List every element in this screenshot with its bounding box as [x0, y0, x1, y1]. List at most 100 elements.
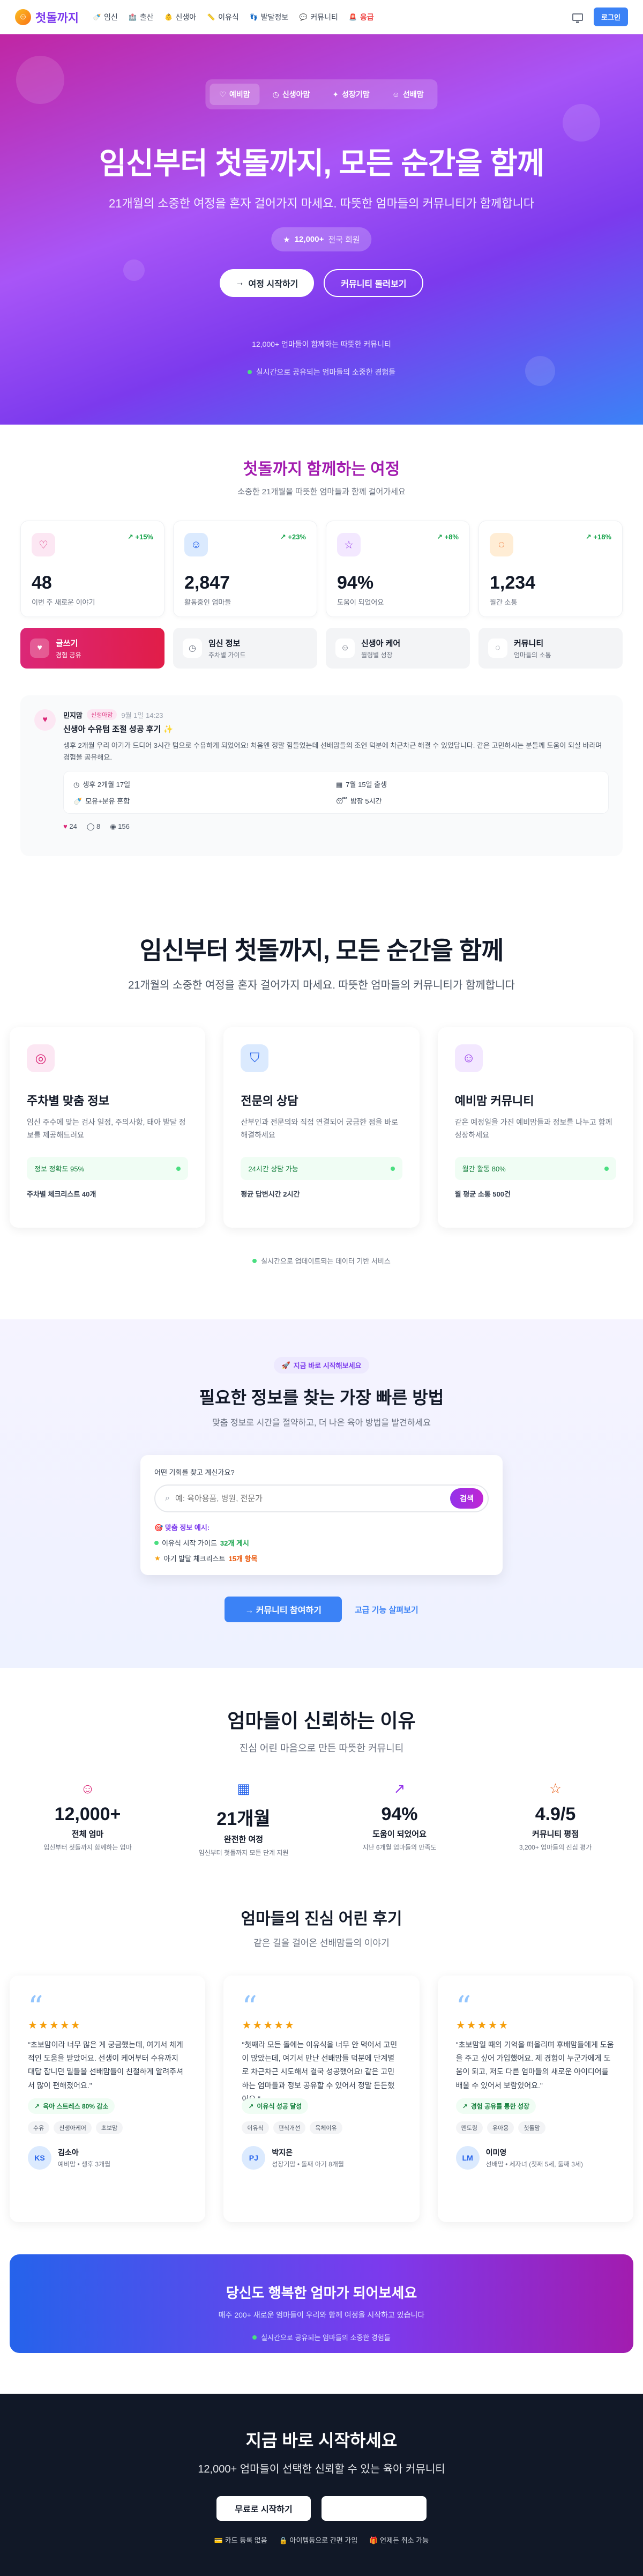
- trust-stat: ☺ 12,000+ 전체 엄마 임신부터 첫돌까지 함께하는 엄마: [10, 1780, 166, 1857]
- tab-sub: 경험 공유: [56, 651, 81, 659]
- review-card: “ ★★★★★ "초보맘일 때의 기억을 떠올리며 후배맘들에게 도움을 주고 …: [437, 1976, 633, 2222]
- lock-icon: 🔒: [279, 2536, 288, 2544]
- result-badge: ↗ 이유식 성공 달성: [242, 2098, 309, 2114]
- review-card: “ ★★★★★ "첫째라 모든 돌에는 이유식을 너무 안 먹어서 고민이 많았…: [223, 1976, 420, 2222]
- hero-title: 임신부터 첫돌까지, 모든 순간을 함께: [99, 146, 545, 180]
- stat-card: ◌ ↗ +18% 1,234 월간 소통: [478, 521, 623, 617]
- tag-list: 수유 신생아케어 초보맘: [28, 2121, 187, 2134]
- nav-item-community[interactable]: 💬 커뮤니티: [299, 12, 338, 23]
- tag: 편식개선: [273, 2121, 306, 2134]
- users-icon: ☺: [454, 1044, 483, 1072]
- trend-up-icon: ↗: [248, 2102, 254, 2110]
- users-icon: ☺: [335, 639, 355, 658]
- tab-newborn-mom[interactable]: ◷ 신생아맘: [263, 84, 320, 105]
- trust-stat: ↗ 94% 도움이 되었어요 지난 6개월 엄마들의 만족도: [322, 1780, 477, 1857]
- start-journey-button[interactable]: → 여정 시작하기: [219, 269, 315, 297]
- monitor-icon[interactable]: [572, 13, 584, 23]
- review-text: "초보맘일 때의 기억을 떠올리며 후배맘들에게 도움을 주고 싶어 가입했어요…: [455, 2040, 614, 2090]
- join-community-button[interactable]: → 커뮤니티 참여하기: [225, 1597, 342, 1622]
- post-time: 9월 1일 14:23: [121, 711, 163, 719]
- decor-bubble: [563, 104, 600, 142]
- section-title: 임신부터 첫돌까지, 모든 순간을 함께: [139, 937, 504, 964]
- tab-write-post[interactable]: ♥ 글쓰기 경험 공유: [20, 628, 165, 669]
- trust-point: 🎁 언제든 취소 가능: [369, 2536, 429, 2544]
- target-icon: ◎: [27, 1044, 55, 1072]
- feature-card[interactable]: ☺ 예비맘 커뮤니티 같은 예정일을 가진 예비맘들과 정보를 나누고 함께 성…: [437, 1027, 633, 1228]
- nav-item-birth[interactable]: 🏥 출산: [129, 12, 154, 23]
- tag: 신생아케어: [54, 2121, 92, 2134]
- star-icon: ★: [283, 235, 290, 244]
- card-stat: 월간 활동 80%: [454, 1157, 616, 1180]
- feature-card[interactable]: ⛉ 전문의 상담 산부인과 전문의와 직접 연결되어 궁금한 점을 바로 해결하…: [223, 1027, 420, 1228]
- users-icon: ☺: [184, 533, 208, 556]
- trust-point: 🔒 아이템등으로 간편 가입: [279, 2536, 358, 2544]
- like-button[interactable]: ♥ 24: [63, 822, 77, 831]
- search-button[interactable]: 검색: [450, 1488, 483, 1509]
- trend-up-icon: ↗: [393, 1780, 406, 1796]
- clock-icon: ◷: [73, 781, 80, 789]
- reviews-subtitle: 같은 길을 걸어온 선배맘들의 이야기: [253, 1938, 390, 1948]
- tab-senior-mom[interactable]: ☺ 선배맘: [383, 84, 433, 105]
- comment-button[interactable]: ◯ 8: [87, 822, 100, 831]
- post-reactions: ♥ 24 ◯ 8 ◉ 156: [63, 822, 609, 831]
- tab-community[interactable]: ◌ 커뮤니티 엄마들의 소통: [478, 628, 623, 669]
- stat-sub: 3,200+ 엄마들의 진심 평가: [519, 1844, 592, 1851]
- post-card[interactable]: ♥ 민지맘 신생아맘 9월 1일 14:23 신생아 수유텀 조절 성공 후기 …: [20, 695, 623, 856]
- rating-stars: ★★★★★: [455, 2020, 510, 2031]
- tag: 유아용: [487, 2121, 514, 2134]
- login-button[interactable]: 로그인: [594, 8, 628, 26]
- review-text: "초보맘이라 너무 많은 게 궁금했는데, 여기서 체계적인 도움을 받았어요.…: [28, 2040, 183, 2090]
- stat-label: 커뮤니티 평점: [532, 1830, 579, 1839]
- banner-title: 당신도 행복한 엄마가 되어보세요: [226, 2285, 417, 2301]
- star-icon: ☆: [337, 533, 361, 556]
- browse-community-button[interactable]: 커뮤니티 둘러보기: [324, 269, 424, 297]
- result-badge: ↗ 경험 공유를 통한 성장: [455, 2098, 536, 2114]
- main-nav: 🍼 임신 🏥 출산 👶 신생아 📏 이유식 👣 발달정보 💬 커뮤니티 🚨 응급: [93, 12, 373, 23]
- message-icon: ◌: [490, 533, 513, 556]
- newborn-icon: 👶: [165, 13, 173, 21]
- info-item: ▦ 7월 15일 출생: [336, 781, 387, 789]
- clock-icon: ◷: [183, 639, 202, 658]
- section-title: 엄마들이 신뢰하는 이유: [227, 1710, 416, 1732]
- section-title: 첫돌까지 함께하는 여정: [243, 461, 400, 478]
- logo[interactable]: ☺ 첫돌까지: [15, 9, 79, 26]
- tab-newborn-care[interactable]: ☺ 신생아 케어 월령별 성장: [326, 628, 470, 669]
- tag-list: 이유식 편식개선 육체이유: [242, 2121, 401, 2134]
- advanced-features-link[interactable]: 고급 기능 살펴보기: [355, 1604, 418, 1615]
- heart-icon: ♡: [219, 90, 226, 99]
- card-desc: 같은 예정일을 가진 예비맘들과 정보를 나누고 함께 성장하세요: [454, 1118, 612, 1139]
- stat-label: 월간 소통: [490, 598, 518, 606]
- status-dot-icon: [390, 1166, 395, 1171]
- search-input[interactable]: [175, 1494, 451, 1503]
- comment-icon: ◯: [86, 822, 95, 831]
- nav-item-development[interactable]: 👣 발달정보: [250, 12, 288, 23]
- stat-card: ☆ ↗ +8% 94% 도움이 되었어요: [326, 521, 470, 617]
- stat-card: ☺ ↗ +23% 2,847 활동중인 엄마들: [173, 521, 317, 617]
- rating-stars: ★★★★★: [242, 2020, 295, 2031]
- hint-item[interactable]: 이유식 시작 가이드 32개 게시: [154, 1538, 489, 1548]
- nav-item-newborn[interactable]: 👶 신생아: [165, 12, 196, 23]
- nav-item-pregnancy[interactable]: 🍼 임신: [93, 12, 117, 23]
- start-free-button[interactable]: 무료로 시작하기: [216, 2496, 311, 2521]
- stat-label: 완전한 여정: [223, 1835, 264, 1844]
- reviewer-name: 박지은: [272, 2148, 293, 2157]
- trend-up-icon: ↗: [34, 2102, 40, 2110]
- search-icon: ⌕: [165, 1494, 170, 1503]
- stat-value: 94%: [381, 1804, 418, 1824]
- nav-item-emergency[interactable]: 🚨 응급: [349, 12, 373, 23]
- stat-delta: ↗ +15%: [127, 533, 153, 541]
- avatar: ♥: [34, 709, 56, 731]
- secondary-button[interactable]: [322, 2496, 427, 2521]
- nav-item-baby-food[interactable]: 📏 이유식: [207, 12, 239, 23]
- tab-expecting-mom[interactable]: ♡ 예비맘: [210, 84, 260, 105]
- feature-card[interactable]: ◎ 주차별 맞춤 정보 임신 주수에 맞는 검사 일정, 주의사항, 태아 발달…: [10, 1027, 206, 1228]
- post-body: 생후 2개월 우리 아기가 드디어 3시간 텀으로 수유하게 되었어요! 처음엔…: [63, 741, 602, 762]
- tab-growing-mom[interactable]: ✦ 성장기맘: [323, 84, 379, 105]
- cta-banner: 당신도 행복한 엄마가 되어보세요 매주 200+ 새로운 엄마들이 우리와 함…: [10, 2254, 633, 2353]
- nav-label: 출산: [139, 12, 154, 21]
- hint-item[interactable]: ★ 아기 발달 체크리스트 15개 항목: [154, 1553, 489, 1563]
- tab-pregnancy-info[interactable]: ◷ 임신 정보 주차별 가이드: [173, 628, 317, 669]
- stats-row: ♡ ↗ +15% 48 이번 주 새로운 이야기 ☺ ↗ +23% 2,847 …: [20, 521, 623, 617]
- view-count: ◉ 156: [110, 822, 130, 831]
- arrow-right-icon: →: [235, 278, 244, 287]
